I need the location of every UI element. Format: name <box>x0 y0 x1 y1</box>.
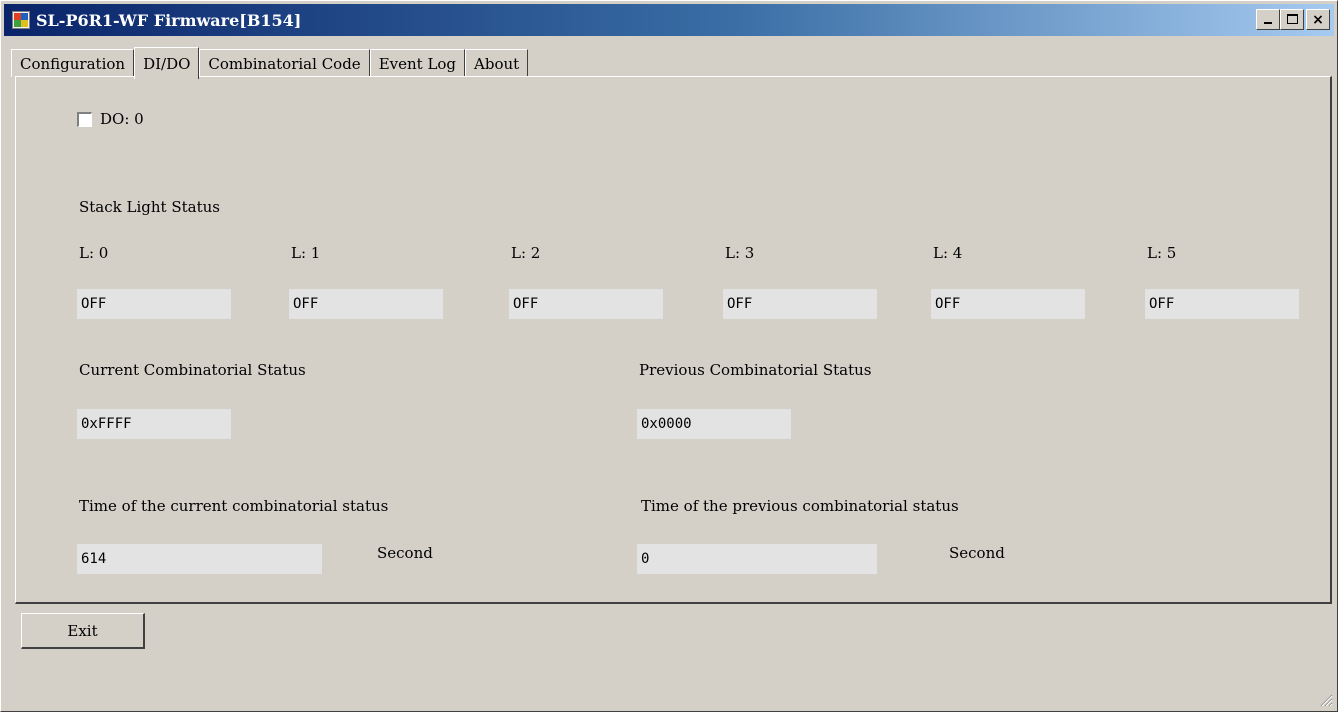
do-0-label: DO: 0 <box>100 110 144 128</box>
previous-status-label: Previous Combinatorial Status <box>639 361 872 379</box>
light-5-value: OFF <box>1145 289 1299 319</box>
light-1-label: L: 1 <box>291 244 321 262</box>
tab-dido[interactable]: DI/DO <box>134 47 200 79</box>
close-icon: × <box>1312 11 1324 28</box>
light-0-value: OFF <box>77 289 231 319</box>
minimize-icon <box>1264 22 1272 24</box>
minimize-button[interactable] <box>1256 9 1280 30</box>
light-0-label: L: 0 <box>79 244 109 262</box>
light-3-label: L: 3 <box>725 244 755 262</box>
current-status-label: Current Combinatorial Status <box>79 361 306 379</box>
window-title: SL-P6R1-WF Firmware[B154] <box>36 10 302 30</box>
previous-time-label: Time of the previous combinatorial statu… <box>641 497 959 515</box>
exit-button[interactable]: Exit <box>21 613 145 649</box>
tab-combinatorial-code[interactable]: Combinatorial Code <box>199 49 370 77</box>
previous-status-value: 0x0000 <box>637 409 791 439</box>
do-0-checkbox[interactable] <box>77 111 92 127</box>
current-time-unit: Second <box>377 544 433 562</box>
tab-event-log[interactable]: Event Log <box>369 49 466 77</box>
resize-grip-icon[interactable] <box>1319 693 1333 707</box>
light-1-value: OFF <box>289 289 443 319</box>
light-4-value: OFF <box>931 289 1085 319</box>
light-5-label: L: 5 <box>1147 244 1177 262</box>
window-controls: × <box>1256 9 1330 30</box>
previous-time-value: 0 <box>637 544 877 574</box>
light-2-label: L: 2 <box>511 244 541 262</box>
title-bar[interactable]: SL-P6R1-WF Firmware[B154] × <box>4 4 1334 36</box>
maximize-button[interactable] <box>1280 9 1304 30</box>
current-time-label: Time of the current combinatorial status <box>79 497 389 515</box>
tab-panel-dido <box>15 76 1332 604</box>
do-checkbox-row[interactable]: DO: 0 <box>77 110 144 128</box>
current-status-value: 0xFFFF <box>77 409 231 439</box>
tab-configuration[interactable]: Configuration <box>11 49 135 77</box>
tab-strip: Configuration DI/DO Combinatorial Code E… <box>11 47 529 79</box>
close-button[interactable]: × <box>1306 9 1330 30</box>
tab-about[interactable]: About <box>465 49 529 77</box>
light-2-value: OFF <box>509 289 663 319</box>
previous-time-unit: Second <box>949 544 1005 562</box>
maximize-icon <box>1287 14 1298 24</box>
current-time-value: 614 <box>77 544 322 574</box>
stack-light-title: Stack Light Status <box>79 198 220 216</box>
light-4-label: L: 4 <box>933 244 963 262</box>
app-icon <box>12 11 30 29</box>
light-3-value: OFF <box>723 289 877 319</box>
app-window: SL-P6R1-WF Firmware[B154] × Configuratio… <box>0 0 1338 712</box>
